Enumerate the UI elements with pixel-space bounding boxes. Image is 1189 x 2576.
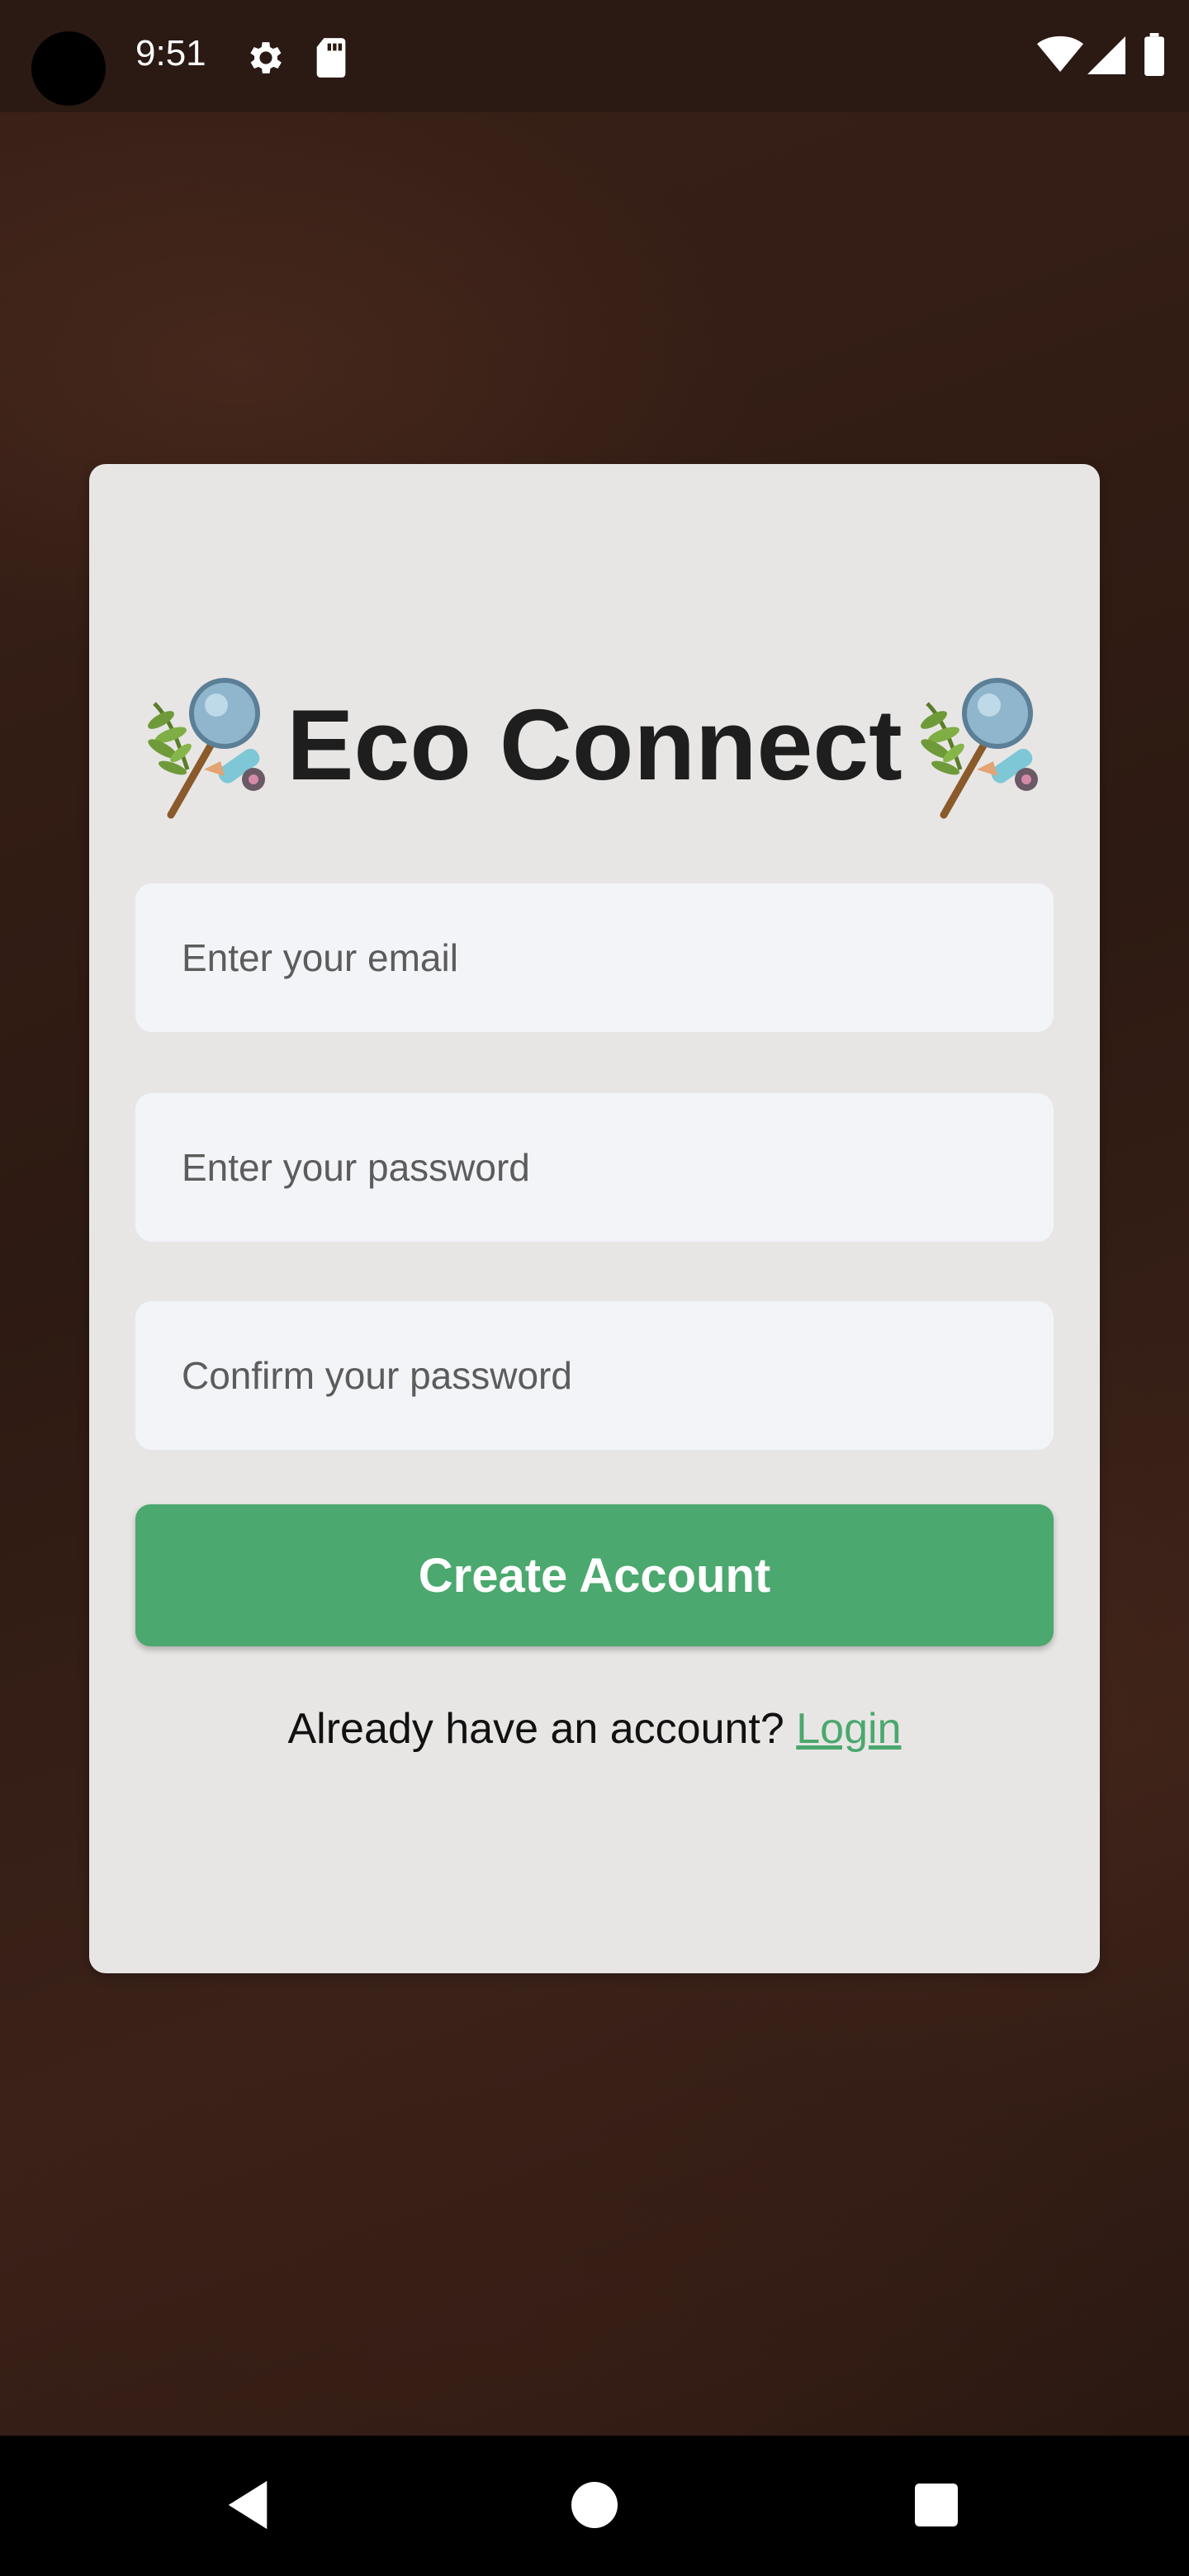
password-field[interactable] xyxy=(135,1093,1054,1242)
confirm-password-input[interactable] xyxy=(135,1352,1009,1399)
create-account-button[interactable]: Create Account xyxy=(135,1504,1054,1646)
sd-card-icon xyxy=(316,38,346,78)
camera-cutout xyxy=(31,31,106,106)
eco-tools-icon xyxy=(920,678,1038,819)
eco-tools-icon xyxy=(148,678,266,819)
navigation-bar xyxy=(0,2436,1189,2576)
status-time: 9:51 xyxy=(135,33,206,73)
app-header: Eco Connect xyxy=(89,670,1100,819)
home-icon[interactable] xyxy=(571,2482,618,2528)
status-bar: 9:51 xyxy=(0,0,1189,112)
wifi-icon xyxy=(1037,36,1083,72)
signal-icon xyxy=(1087,36,1125,74)
email-input[interactable] xyxy=(135,935,1009,981)
settings-icon xyxy=(250,42,282,73)
signup-card: Eco Connect Create Account Already have … xyxy=(89,464,1100,1973)
battery-icon xyxy=(1144,33,1164,76)
login-link[interactable]: Login xyxy=(796,1705,901,1753)
recents-icon[interactable] xyxy=(915,2484,958,2526)
email-field[interactable] xyxy=(135,883,1054,1032)
password-input[interactable] xyxy=(135,1144,1009,1191)
login-prompt-text: Already have an account? xyxy=(287,1705,784,1753)
app-title: Eco Connect xyxy=(287,689,902,801)
back-icon[interactable] xyxy=(223,2479,272,2531)
confirm-password-field[interactable] xyxy=(135,1301,1054,1450)
login-prompt-row: Already have an account? Login xyxy=(89,1704,1100,1754)
